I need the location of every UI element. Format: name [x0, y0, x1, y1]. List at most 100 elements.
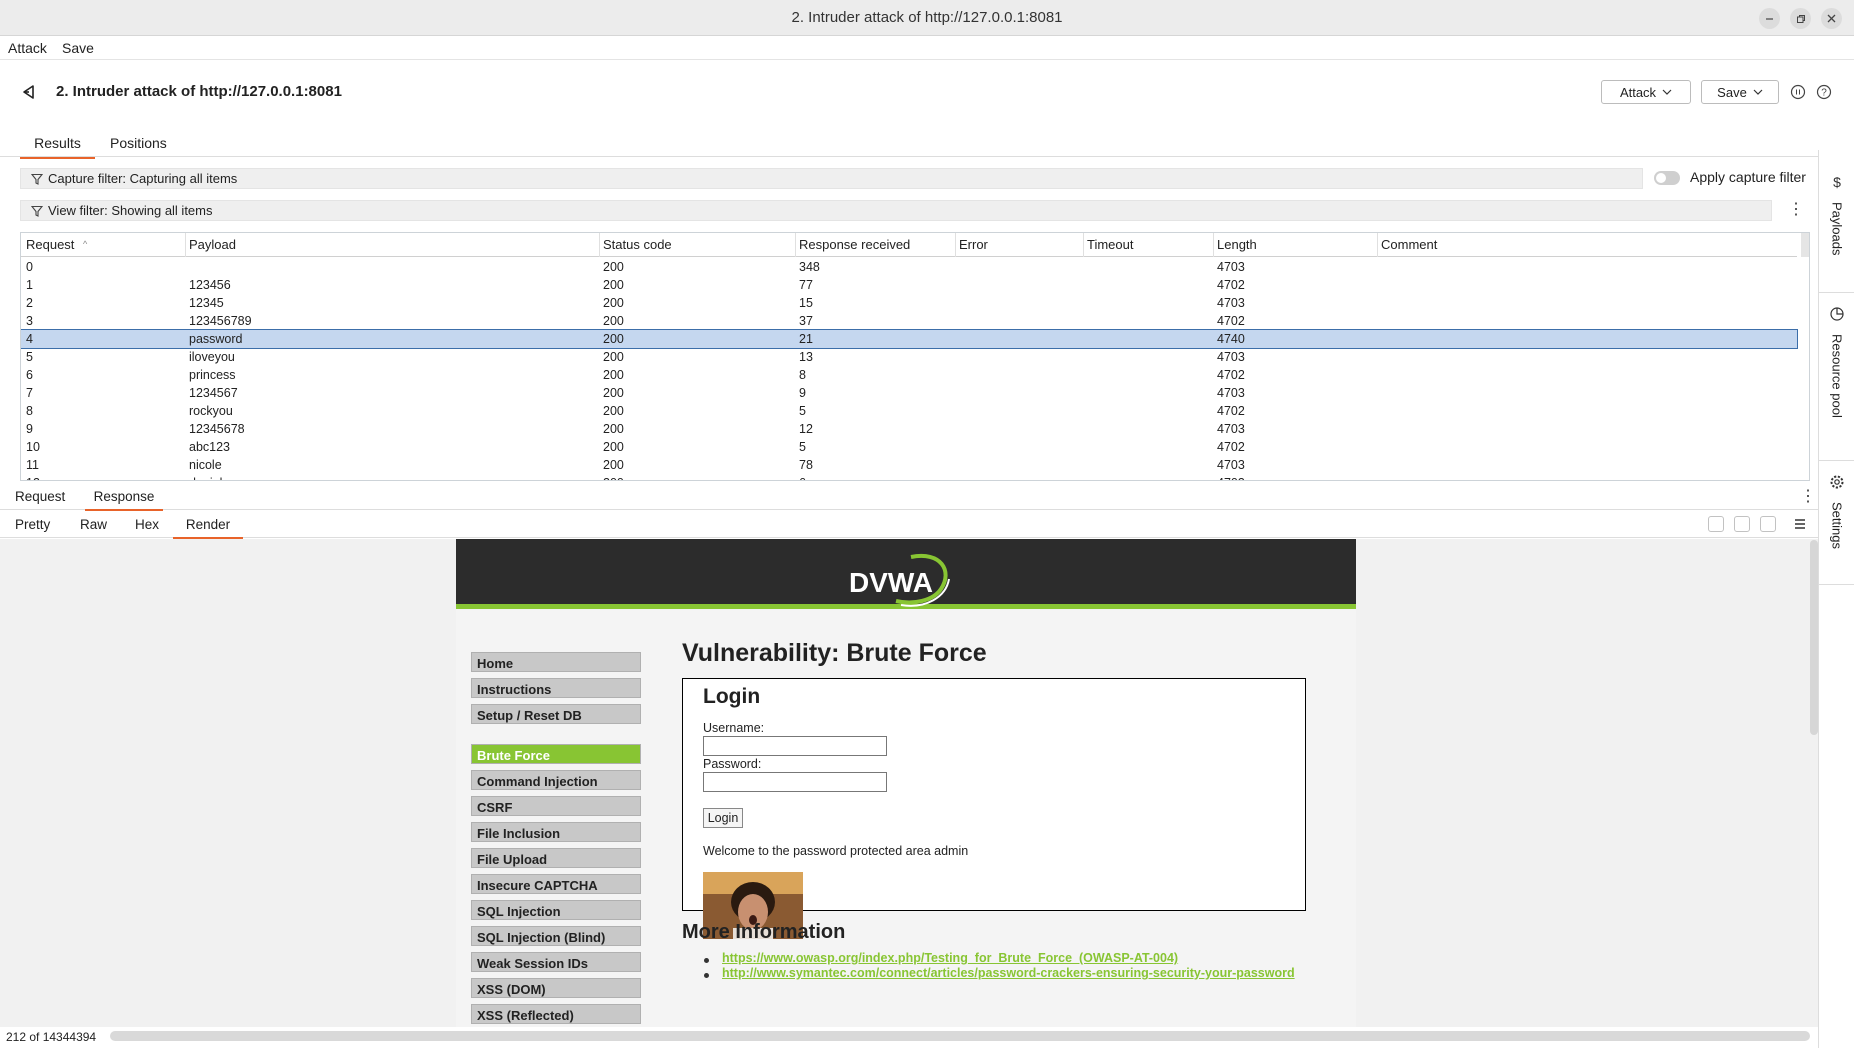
bullet: [704, 973, 709, 978]
sidebar-label-settings: Settings: [1829, 502, 1845, 549]
dvwa-nav-file-inclusion[interactable]: File Inclusion: [471, 822, 641, 842]
help-icon[interactable]: ?: [1816, 84, 1832, 100]
dvwa-nav-setup-reset-db[interactable]: Setup / Reset DB: [471, 704, 641, 724]
svg-text:?: ?: [1821, 88, 1827, 99]
newline-icon[interactable]: [1760, 516, 1776, 532]
tab-render[interactable]: Render: [173, 517, 243, 539]
table-cell: 37: [799, 314, 813, 328]
save-button[interactable]: Save: [1701, 80, 1779, 104]
panel-options-kebab-icon[interactable]: ⋮: [1800, 489, 1816, 505]
table-cell: 15: [799, 296, 813, 310]
view-filter-bar[interactable]: View filter: Showing all items: [20, 200, 1772, 221]
table-cell: 3: [26, 314, 33, 328]
dvwa-nav-insecure-captcha[interactable]: Insecure CAPTCHA: [471, 874, 641, 894]
more-info-heading: More Information: [682, 921, 846, 943]
table-row[interactable]: 0 200 348 4703: [21, 258, 1797, 276]
table-row[interactable]: 11 nicole 200 78 4703: [21, 456, 1797, 474]
vulnerability-heading: Vulnerability: Brute Force: [682, 639, 987, 667]
table-options-kebab-icon[interactable]: ⋮: [1788, 202, 1804, 218]
table-cell: 13: [799, 350, 813, 364]
table-row[interactable]: 9 12345678 200 12 4703: [21, 420, 1797, 438]
results-table: Request Payload Status code Response receiv…: [20, 232, 1810, 481]
username-label: Username:: [703, 721, 765, 735]
dvwa-nav-brute-force[interactable]: Brute Force: [471, 744, 641, 764]
dvwa-nav-instructions[interactable]: Instructions: [471, 678, 641, 698]
close-button[interactable]: [1821, 8, 1842, 29]
attack-button-label: Attack: [1619, 84, 1657, 100]
sidebar-item-settings[interactable]: Settings: [1819, 474, 1854, 549]
table-row[interactable]: 12 daniel 200 6 4703: [21, 474, 1797, 480]
table-row[interactable]: 5 iloveyou 200 13 4703: [21, 348, 1797, 366]
gear-icon: [1829, 474, 1845, 490]
column-divider: [795, 233, 796, 257]
minimize-button[interactable]: [1759, 8, 1780, 29]
table-row[interactable]: 8 rockyou 200 5 4702: [21, 402, 1797, 420]
dvwa-nav-csrf[interactable]: CSRF: [471, 796, 641, 816]
welcome-message: Welcome to the password protected area a…: [703, 844, 969, 858]
sidebar-item-payloads[interactable]: $ Payloads: [1819, 174, 1854, 255]
table-row[interactable]: 4 password 200 21 4740: [21, 329, 1798, 349]
column-divider: [185, 233, 186, 257]
hide-icon[interactable]: [1708, 516, 1724, 532]
dvwa-page: DVWA Home Instructions Setup / Reset DB Bru…: [456, 539, 1356, 1027]
attack-button[interactable]: Attack: [1601, 80, 1691, 104]
wrap-icon[interactable]: [1734, 516, 1750, 532]
password-input[interactable]: [703, 772, 887, 792]
symantec-link[interactable]: http://www.symantec.com/connect/articles…: [722, 966, 1295, 980]
table-row[interactable]: 2 12345 200 15 4703: [21, 294, 1797, 312]
sidebar-label-resource-pool: Resource pool: [1829, 334, 1845, 418]
window-titlebar: 2. Intruder attack of http://127.0.0.1:8…: [0, 0, 1854, 36]
table-cell: princess: [189, 368, 236, 382]
table-cell: 200: [603, 260, 624, 274]
restore-button[interactable]: [1790, 8, 1811, 29]
pause-icon[interactable]: [1790, 84, 1806, 100]
table-cell: iloveyou: [189, 350, 235, 364]
intruder-back-icon[interactable]: [20, 83, 38, 101]
page-title: 2. Intruder attack of http://127.0.0.1:8…: [56, 83, 342, 100]
dvwa-nav-weak-session-ids[interactable]: Weak Session IDs: [471, 952, 641, 972]
table-cell: 6: [26, 368, 33, 382]
tab-results[interactable]: Results: [20, 135, 95, 159]
filter-icon: [31, 173, 43, 185]
tab-request[interactable]: Request: [15, 489, 65, 509]
sidebar-item-resource-pool[interactable]: Resource pool: [1819, 306, 1854, 418]
table-cell: 5: [799, 440, 806, 454]
dvwa-nav-file-upload[interactable]: File Upload: [471, 848, 641, 868]
chevron-down-icon: [1753, 89, 1763, 95]
horizontal-scrollbar[interactable]: [110, 1031, 1810, 1041]
dvwa-nav-xss-dom[interactable]: XSS (DOM): [471, 978, 641, 998]
dvwa-nav-sql-injection[interactable]: SQL Injection: [471, 900, 641, 920]
table-scrollbar[interactable]: [1801, 233, 1809, 257]
menu-save[interactable]: Save: [62, 40, 94, 56]
dvwa-nav-sql-injection-blind[interactable]: SQL Injection (Blind): [471, 926, 641, 946]
dvwa-nav-home[interactable]: Home: [471, 652, 641, 672]
username-input[interactable]: [703, 736, 887, 756]
tab-hex[interactable]: Hex: [135, 517, 159, 537]
owasp-link[interactable]: https://www.owasp.org/index.php/Testing_…: [722, 951, 1178, 965]
menu-attack[interactable]: Attack: [8, 40, 47, 56]
column-divider: [1213, 233, 1214, 257]
menu-icon[interactable]: [1794, 518, 1806, 530]
table-row[interactable]: 3 123456789 200 37 4702: [21, 312, 1797, 330]
table-cell: 4703: [1217, 458, 1245, 472]
table-cell: 4702: [1217, 404, 1245, 418]
tab-positions[interactable]: Positions: [110, 135, 167, 157]
table-row[interactable]: 7 1234567 200 9 4703: [21, 384, 1797, 402]
table-cell: 12345: [189, 296, 224, 310]
table-cell: 77: [799, 278, 813, 292]
table-cell: nicole: [189, 458, 222, 472]
tab-raw[interactable]: Raw: [80, 517, 107, 537]
login-button[interactable]: Login: [703, 808, 743, 828]
tab-pretty[interactable]: Pretty: [15, 517, 50, 537]
tab-response[interactable]: Response: [85, 489, 163, 511]
table-row[interactable]: 10 abc123 200 5 4702: [21, 438, 1797, 456]
table-row[interactable]: 6 princess 200 8 4702: [21, 366, 1797, 384]
dvwa-nav-command-injection[interactable]: Command Injection: [471, 770, 641, 790]
apply-capture-filter-toggle[interactable]: [1654, 171, 1680, 185]
dvwa-nav-xss-reflected[interactable]: XSS (Reflected): [471, 1004, 641, 1024]
capture-filter-bar[interactable]: Capture filter: Capturing all items: [20, 168, 1643, 189]
render-scrollbar[interactable]: [1810, 540, 1818, 735]
pie-chart-icon: [1829, 306, 1845, 322]
table-row[interactable]: 1 123456 200 77 4702: [21, 276, 1797, 294]
render-pane: DVWA Home Instructions Setup / Reset DB Bru…: [0, 539, 1818, 1027]
